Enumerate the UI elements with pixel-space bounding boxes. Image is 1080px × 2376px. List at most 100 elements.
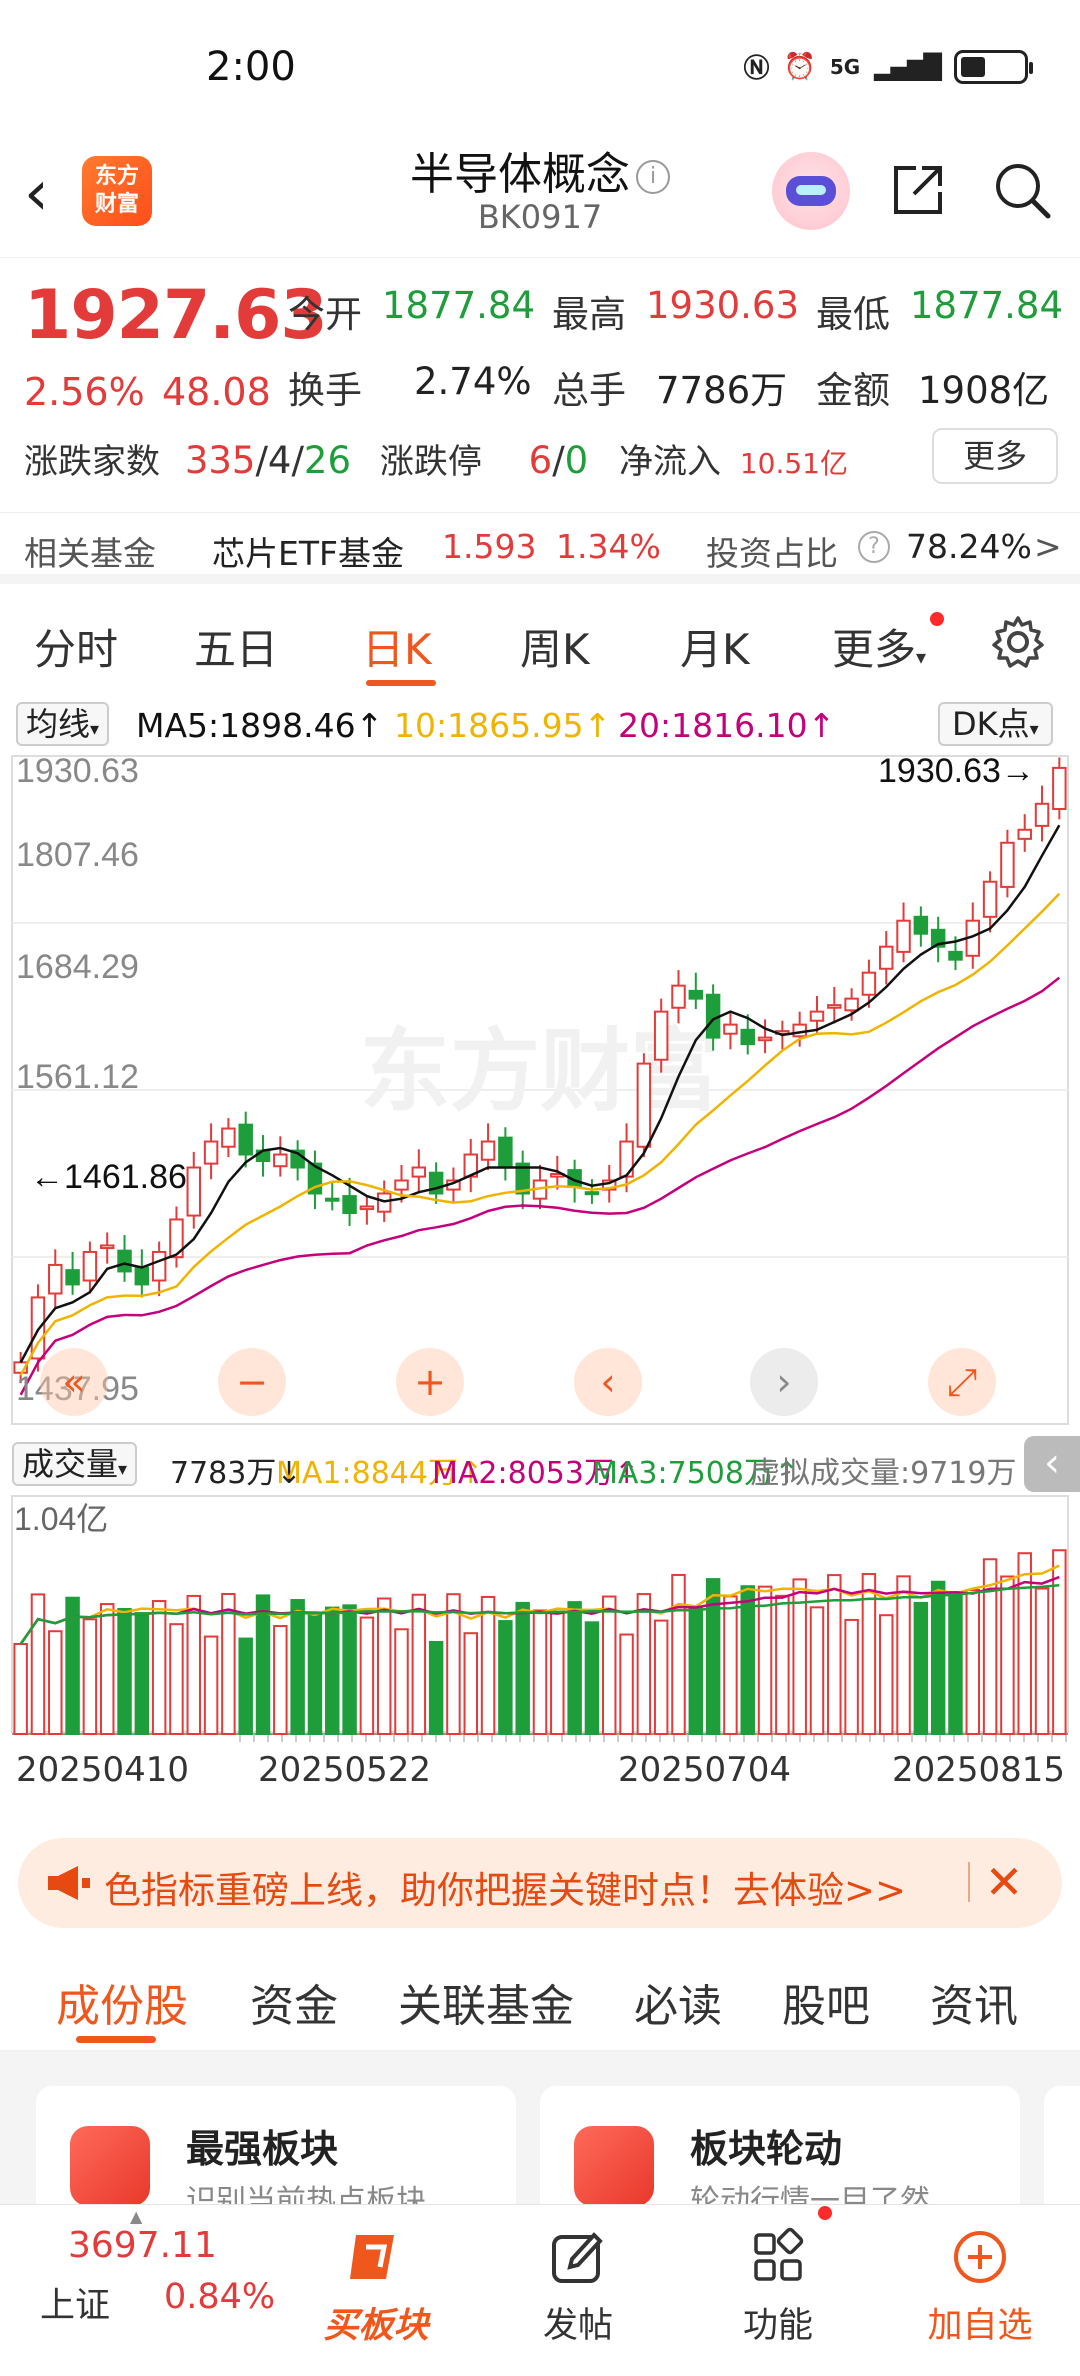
volume-bar: [775, 1594, 790, 1736]
date-axis: 20250410 20250522 20250704 20250815: [0, 1744, 1080, 1814]
candle-body: [740, 1028, 755, 1046]
tab-constituents[interactable]: 成份股: [56, 1970, 188, 2034]
nav-functions[interactable]: 功能: [698, 2205, 858, 2376]
ai-assistant-icon[interactable]: [772, 152, 850, 230]
limit-sep: /: [552, 439, 565, 482]
volume-chart[interactable]: 1.04亿: [0, 1494, 1080, 1744]
breadth-sep: /: [291, 439, 304, 482]
volume-bar: [273, 1625, 288, 1736]
volume-bar: [1017, 1552, 1032, 1735]
close-icon[interactable]: ✕: [974, 1852, 1034, 1912]
candle-body: [376, 1192, 392, 1213]
search-icon[interactable]: [990, 158, 1054, 222]
tab-weekly-k[interactable]: 周K: [520, 616, 590, 677]
volume-bar: [567, 1601, 582, 1735]
nav-post[interactable]: 发帖: [498, 2205, 658, 2376]
candle-body: [325, 1197, 340, 1202]
volume-bar: [896, 1575, 911, 1736]
candle-body: [671, 984, 686, 1009]
volume-indicator-row: 成交量▾ 7783万↓ MA1:8844万↑ MA2:8053万↑ MA3:75…: [0, 1434, 1080, 1494]
grid-apps-icon: [754, 2227, 804, 2281]
index-value[interactable]: 3697.11: [68, 2225, 217, 2266]
candle-body: [792, 1023, 807, 1038]
fund-pct: 1.34%: [556, 527, 661, 566]
volume-bar: [757, 1585, 773, 1735]
index-name[interactable]: 上证: [40, 2277, 110, 2328]
volume-bar: [688, 1606, 704, 1735]
info-icon[interactable]: i: [636, 160, 670, 194]
index-percent[interactable]: 0.84%: [164, 2277, 275, 2317]
card-partial[interactable]: [1044, 2086, 1080, 2204]
candle-body: [1017, 828, 1032, 840]
collapse-panel-button[interactable]: ‹: [1024, 1436, 1080, 1492]
tab-daily-k[interactable]: 日K: [362, 616, 432, 677]
tab-intraday[interactable]: 分时: [34, 616, 118, 677]
volume-bar: [463, 1632, 478, 1735]
high-value: 1930.63: [646, 284, 800, 327]
ratio-value: 78.24%: [906, 527, 1032, 566]
settings-gear-icon[interactable]: [990, 614, 1046, 670]
inflow-value: 10.51亿: [739, 447, 848, 480]
help-icon[interactable]: ?: [858, 531, 890, 563]
tab-monthly-k[interactable]: 月K: [680, 616, 750, 677]
rotation-icon: [574, 2126, 654, 2204]
volume-bar: [394, 1628, 409, 1735]
candle-body: [1052, 766, 1067, 810]
high-label: 最高: [552, 293, 626, 336]
candle-body: [498, 1136, 513, 1169]
tab-five-day[interactable]: 五日: [194, 616, 278, 677]
volume-type-select[interactable]: 成交量▾: [12, 1442, 138, 1486]
volume-bar: [203, 1635, 219, 1735]
candle-body: [653, 1010, 669, 1061]
breadth-sep: /: [255, 439, 268, 482]
network-label: 5G: [829, 54, 861, 79]
ma-indicator-row: 均线▾ MA5:1898.46↑ 10:1865.95↑ 20:1816.10↑…: [0, 698, 1080, 750]
dropdown-icon: ▾: [90, 719, 100, 740]
tab-related-funds[interactable]: 关联基金: [398, 1970, 574, 2034]
low-value: 1877.84: [910, 284, 1064, 327]
buy-sector-icon: [350, 2235, 394, 2279]
y-axis-label: 1930.63: [16, 752, 139, 790]
tab-must-read[interactable]: 必读: [634, 1970, 722, 2034]
dk-point-select[interactable]: DK点▾: [938, 702, 1053, 746]
low-label: 最低: [816, 293, 890, 336]
y-axis-label: 1684.29: [16, 948, 139, 986]
candle-body: [688, 989, 704, 1000]
date-tick: 20250410: [16, 1750, 190, 1790]
status-icons: Ⓝ ⏰ 5G ▂▄▆█: [743, 48, 1033, 85]
card-strongest-sector[interactable]: 最强板块 识别当前热点板块: [36, 2086, 516, 2204]
banner-divider: [968, 1862, 970, 1902]
share-icon[interactable]: [886, 158, 950, 222]
candle-body: [1034, 802, 1050, 827]
limit-up: 6: [528, 439, 553, 482]
ma-type-select[interactable]: 均线▾: [16, 702, 110, 746]
tab-forum[interactable]: 股吧: [782, 1970, 870, 2034]
promo-banner[interactable]: 色指标重磅上线，助你把握关键时点！去体验>> ✕: [18, 1838, 1062, 1928]
ma5-value: MA5:1898.46↑: [136, 706, 384, 745]
volume-bar: [671, 1573, 686, 1736]
candle-body: [186, 1166, 202, 1217]
related-fund-row[interactable]: 相关基金 芯片ETF基金 1.593 1.34% 投资占比 ? 78.24% >: [0, 512, 1080, 584]
alarm-icon: ⏰: [783, 51, 816, 82]
card-sector-rotation[interactable]: 板块轮动 轮动行情一目了然: [540, 2086, 1020, 2204]
current-price: 1927.63: [24, 276, 328, 355]
candle-body: [757, 1036, 773, 1042]
candlestick-chart[interactable]: 东方财富 1930.631807.461684.291561.121437.95…: [0, 752, 1080, 1432]
nav-add-watchlist[interactable]: 加自选: [900, 2205, 1060, 2376]
tab-more[interactable]: 更多▾: [832, 616, 926, 677]
ma20-value: 20:1816.10↑: [618, 706, 836, 745]
volume-bar: [30, 1593, 46, 1735]
candle-body: [948, 950, 963, 961]
volume-bar: [878, 1614, 894, 1735]
volume-bar: [584, 1621, 600, 1735]
more-quote-button[interactable]: 更多: [932, 428, 1058, 484]
nav-buy-sector[interactable]: 买板块: [296, 2205, 456, 2376]
tab-capital[interactable]: 资金: [250, 1970, 338, 2034]
tab-news[interactable]: 资讯: [930, 1970, 1018, 2034]
dropdown-icon: ▾: [1029, 719, 1039, 740]
volume-bar: [827, 1574, 842, 1736]
candle-body: [982, 880, 998, 918]
breadth-down: 26: [303, 439, 352, 482]
candle-body: [878, 945, 894, 970]
candle-body: [896, 919, 911, 953]
